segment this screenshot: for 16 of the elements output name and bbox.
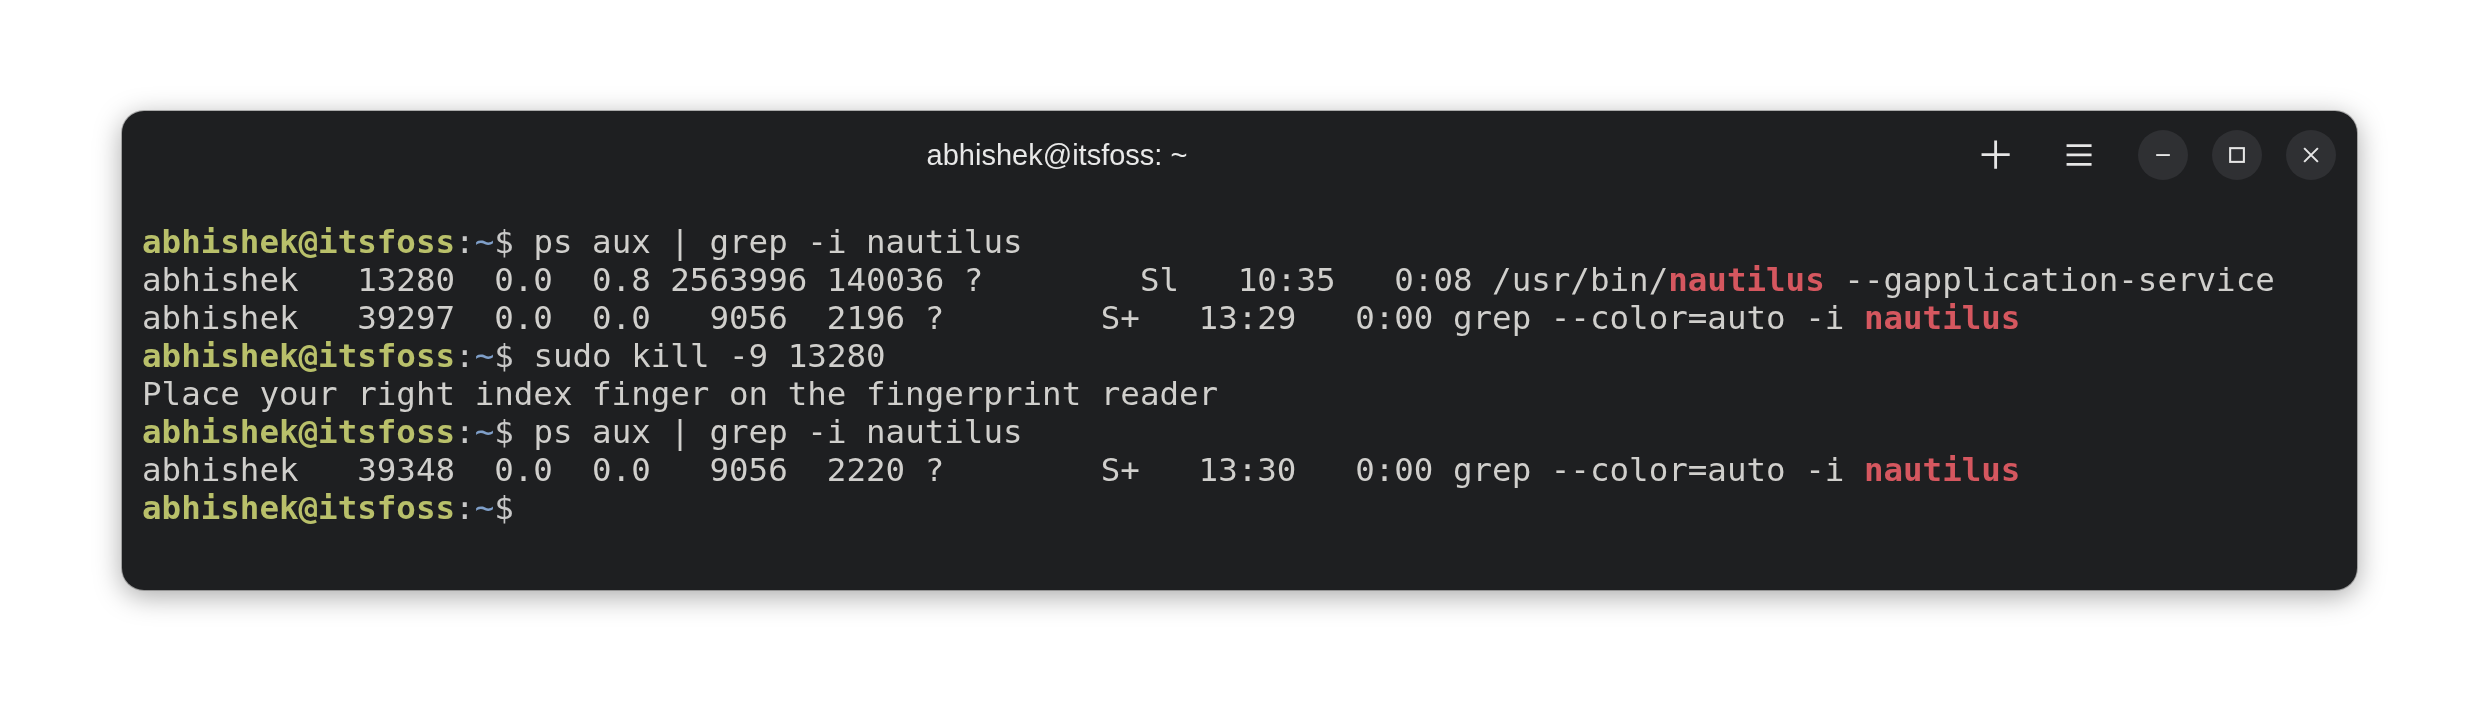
maximize-icon (2229, 147, 2245, 163)
maximize-button[interactable] (2212, 130, 2262, 180)
terminal-line: abhishek@itsfoss:~$ ps aux | grep -i nautilus (142, 223, 1024, 261)
minimize-icon (2155, 153, 2171, 157)
terminal-line: abhishek 39297 0.0 0.0 9056 2196 ? S+ 13:29 0:00 grep --color=auto -i nautilus (142, 299, 2022, 337)
close-icon (2303, 147, 2319, 163)
terminal-line: Place your right index finger on the fingerprint reader (142, 375, 1220, 413)
close-button[interactable] (2286, 130, 2336, 180)
terminal-line: abhishek@itsfoss:~$ (142, 489, 515, 527)
terminal-line: abhishek 13280 0.0 0.8 2563996 140036 ? Sl 10:35 0:08 /usr/bin/nautilus --gapplication-service (142, 261, 2276, 299)
terminal-line: abhishek@itsfoss:~$ sudo kill -9 13280 (142, 337, 887, 375)
menu-icon (2064, 144, 2094, 166)
terminal-line: abhishek@itsfoss:~$ ps aux | grep -i nautilus (142, 413, 1024, 451)
plus-icon (1980, 139, 2012, 171)
terminal-line: abhishek 39348 0.0 0.0 9056 2220 ? S+ 13:30 0:00 grep --color=auto -i nautilus (142, 451, 2022, 489)
window-title: abhishek@itsfoss: ~ (925, 138, 1189, 172)
